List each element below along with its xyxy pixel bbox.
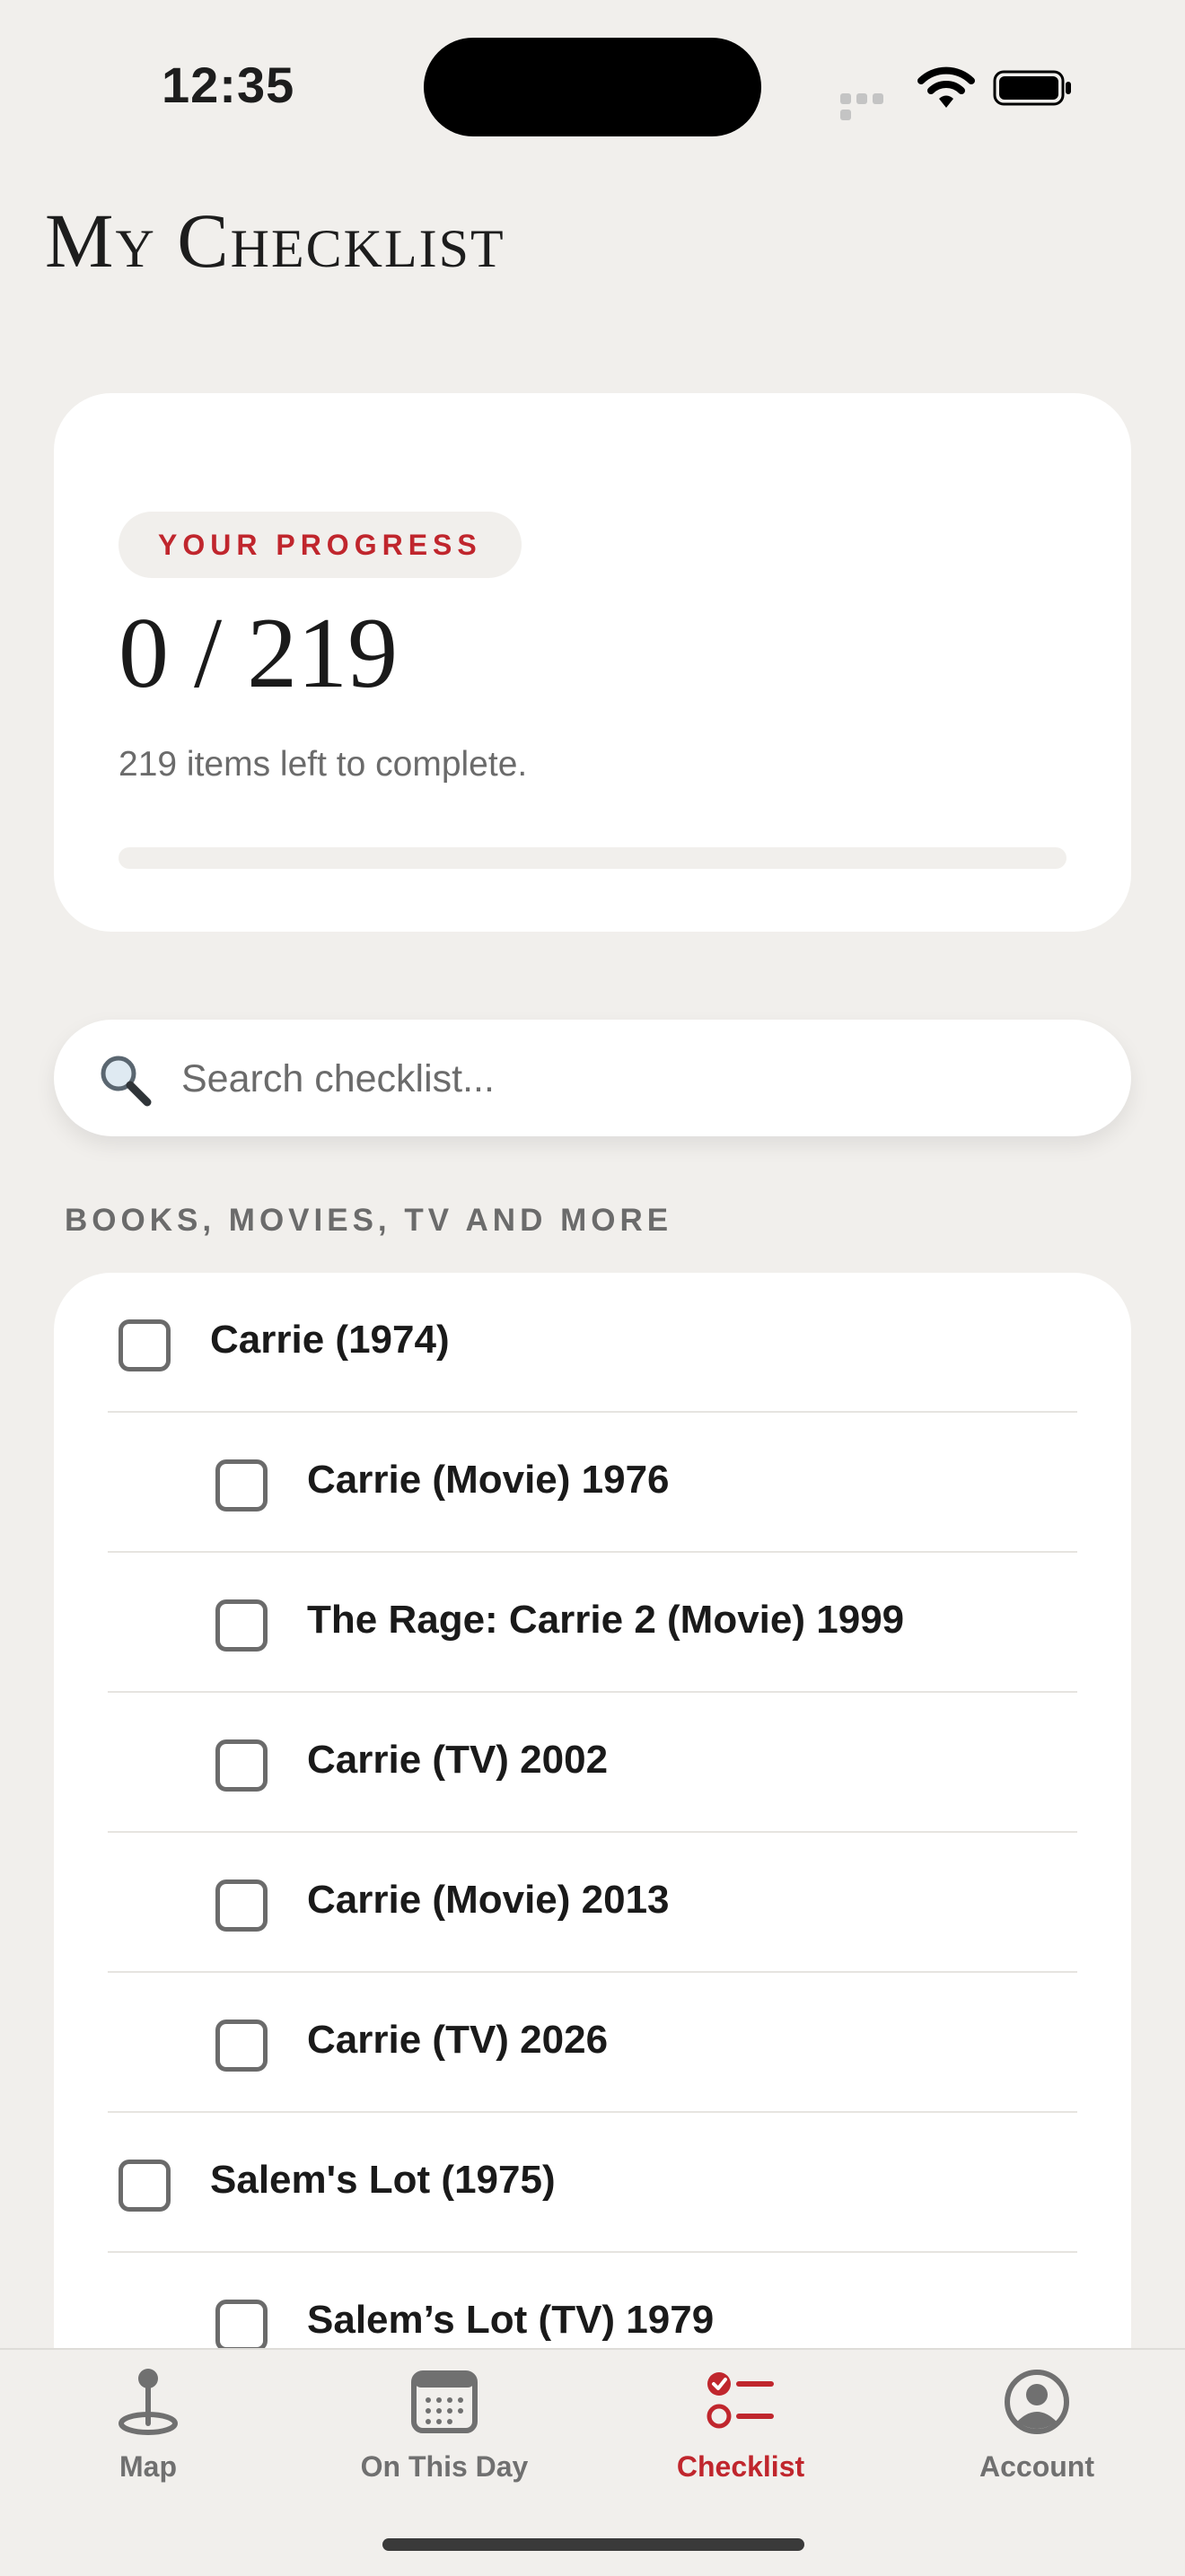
checklist-item-child[interactable]: The Rage: Carrie 2 (Movie) 1999 [54, 1553, 1131, 1693]
tab-checklist[interactable]: Checklist [592, 2350, 889, 2484]
tab-account[interactable]: Account [889, 2350, 1185, 2484]
progress-pill: YOUR PROGRESS [118, 512, 522, 578]
checklist-item-child[interactable]: Carrie (Movie) 2013 [54, 1833, 1131, 1973]
wifi-icon [917, 66, 975, 108]
search-input[interactable] [180, 1047, 1081, 1111]
checklist-item-label: Salem's Lot (1975) [210, 2158, 556, 2202]
status-bar: 12:35 [0, 0, 1185, 180]
map-pin-icon [118, 2369, 178, 2435]
status-time: 12:35 [162, 57, 295, 113]
search-icon [101, 1056, 152, 1107]
checklist-item-child[interactable]: Salem’s Lot (TV) 1979 [54, 2253, 1131, 2350]
calendar-icon [411, 2370, 478, 2433]
checkbox[interactable] [215, 1739, 268, 1792]
checklist-item-label: Carrie (Movie) 1976 [307, 1458, 670, 1502]
checklist-item-label: Carrie (Movie) 2013 [307, 1878, 670, 1922]
checklist-icon [707, 2372, 774, 2429]
home-indicator [382, 2538, 804, 2551]
checkbox[interactable] [215, 1599, 268, 1652]
section-header: BOOKS, MOVIES, TV AND MORE [65, 1203, 673, 1238]
checklist-item-child[interactable]: Carrie (TV) 2002 [54, 1693, 1131, 1833]
checkbox[interactable] [215, 1459, 268, 1511]
page-title: My Checklist [45, 197, 505, 284]
tab-label: Account [979, 2450, 1094, 2483]
checkbox[interactable] [118, 2160, 171, 2212]
checklist-item-child[interactable]: Carrie (Movie) 1976 [54, 1413, 1131, 1553]
checkbox[interactable] [215, 1879, 268, 1932]
search-bar[interactable] [54, 1020, 1131, 1136]
account-icon [1005, 2370, 1069, 2434]
checklist-card: Carrie (1974) Carrie (Movie) 1976 The Ra… [54, 1273, 1131, 2350]
cellular-signal-icon [840, 92, 901, 120]
battery-icon [993, 70, 1071, 106]
tab-label: Checklist [676, 2450, 805, 2483]
checkbox[interactable] [215, 2020, 268, 2072]
progress-remaining-text: 219 items left to complete. [118, 745, 528, 784]
progress-count: 0 / 219 [118, 598, 399, 709]
checklist-item-label: Carrie (TV) 2026 [307, 2018, 609, 2062]
checklist-item-parent[interactable]: Salem's Lot (1975) [54, 2113, 1131, 2253]
tab-on-this-day[interactable]: On This Day [296, 2350, 592, 2484]
checkbox[interactable] [215, 2300, 268, 2350]
checklist-item-parent[interactable]: Carrie (1974) [54, 1273, 1131, 1413]
checklist-item-label: Carrie (1974) [210, 1318, 450, 1362]
dynamic-island [424, 38, 761, 136]
progress-card: YOUR PROGRESS 0 / 219 219 items left to … [54, 393, 1131, 932]
progress-bar [118, 847, 1066, 869]
tab-label: On This Day [360, 2450, 529, 2483]
tab-label: Map [119, 2450, 177, 2483]
checkbox[interactable] [118, 1319, 171, 1371]
tab-map[interactable]: Map [0, 2350, 296, 2484]
checklist-item-child[interactable]: Carrie (TV) 2026 [54, 1973, 1131, 2113]
checklist-item-label: Carrie (TV) 2002 [307, 1738, 609, 1782]
checklist-item-label: Salem’s Lot (TV) 1979 [307, 2298, 715, 2342]
checklist-item-label: The Rage: Carrie 2 (Movie) 1999 [307, 1598, 905, 1642]
